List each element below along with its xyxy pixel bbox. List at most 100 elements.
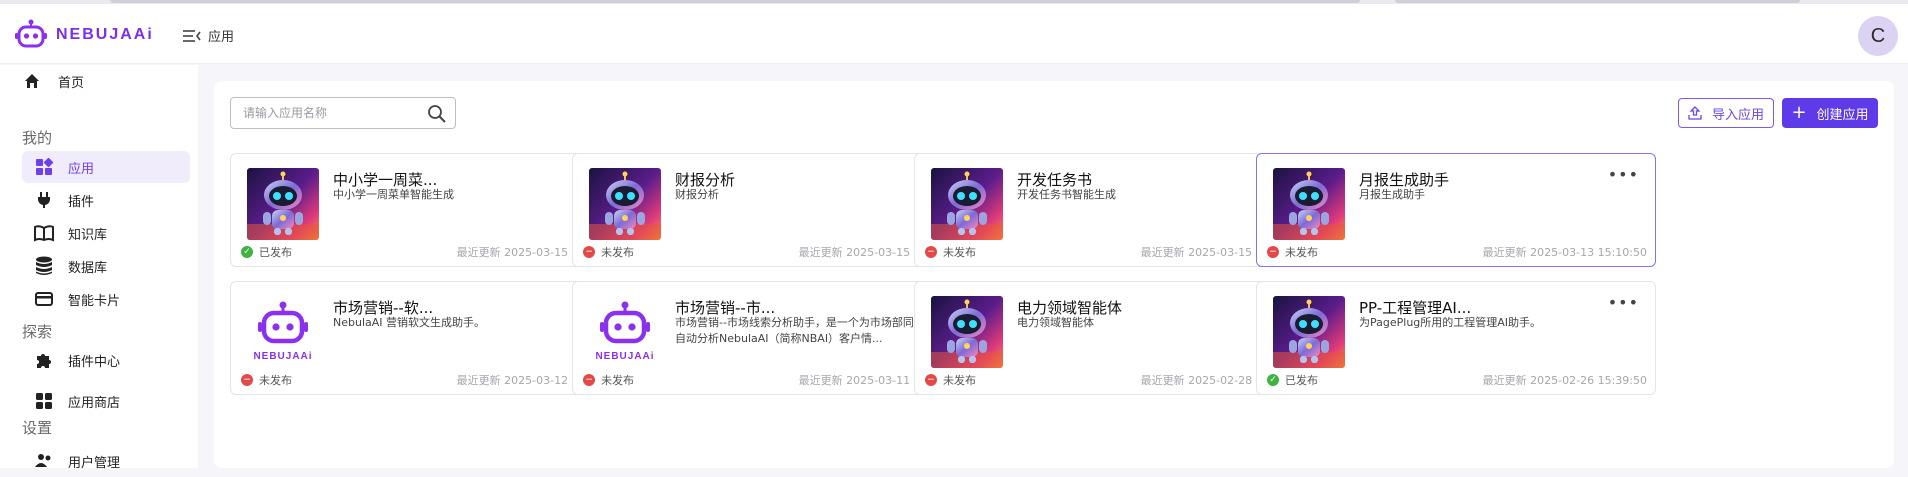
status-badge: − 未发布 <box>583 244 634 260</box>
last-updated-timestamp: 最近更新 2025-02-26 15:39:50 <box>1482 374 1647 387</box>
logo-text: NEBUJAAi <box>56 26 154 43</box>
sidebar-item-label: 插件中心 <box>68 354 121 370</box>
create-app-button[interactable]: + 创建应用 <box>1782 98 1878 128</box>
sidebar-item-label: 首页 <box>58 75 85 91</box>
menu-toggle-label: 应用 <box>208 30 235 45</box>
sidebar-item-database[interactable]: 数据库 <box>22 250 190 282</box>
puzzle-icon <box>34 350 54 370</box>
main-panel: 导入应用 + 创建应用 中小学一周菜...中小学一周菜单智能生成•••✓已发布最… <box>214 81 1894 468</box>
status-badge: − 未发布 <box>1267 244 1318 260</box>
app-card[interactable]: 月报生成助手 月报生成助手 ••• − 未发布 最近更新 2025-03-13 15:10… <box>1256 153 1656 267</box>
sidebar-item-knowledge[interactable]: 知识库 <box>22 217 190 249</box>
search-input[interactable] <box>243 106 423 120</box>
user-avatar[interactable]: C <box>1858 16 1898 56</box>
last-updated-timestamp: 最近更新 2025-03-13 15:10:50 <box>1482 246 1647 259</box>
status-badge: ✓ 已发布 <box>1267 372 1318 388</box>
database-icon <box>34 256 54 276</box>
section-label-explore: 探索 <box>22 323 53 341</box>
sidebar-item-label: 数据库 <box>68 260 108 276</box>
sidebar-item-user-management[interactable]: 用户管理 <box>22 445 190 477</box>
scroll-strip <box>1395 0 1800 3</box>
import-app-button[interactable]: 导入应用 <box>1678 98 1774 128</box>
app-card[interactable]: 中小学一周菜...中小学一周菜单智能生成•••✓已发布最近更新 2025-03-… <box>230 153 630 267</box>
app-logo-thumbnail: NEBUJAAi <box>589 296 661 368</box>
app-card-description: 电力领域智能体 <box>1017 316 1094 329</box>
sidebar: 首页 我的 应用 插件 知识库 数据库 智能卡片 探索 插件中心 应用商店 设置… <box>0 65 198 471</box>
app-logo-thumbnail: NEBUJAAi <box>247 296 319 368</box>
search-icon[interactable] <box>427 104 447 124</box>
robot-avatar-image <box>589 168 661 240</box>
status-badge: − 未发布 <box>583 372 634 388</box>
app-card-description: 财报分析 <box>675 188 719 201</box>
card-icon <box>34 289 54 309</box>
robot-avatar-image <box>931 168 1003 240</box>
app-card-description: 月报生成助手 <box>1359 188 1425 201</box>
app-card[interactable]: PP-工程管理AI... 为PagePlug所用的工程管理AI助手。 ••• ✓ 已发布… <box>1256 281 1656 395</box>
sidebar-item-label: 应用商店 <box>68 395 121 411</box>
create-app-label: 创建应用 <box>1816 107 1869 123</box>
robot-logo-icon <box>15 19 47 48</box>
status-text: 未发布 <box>1285 246 1318 259</box>
status-badge: − 未发布 <box>925 244 976 260</box>
status-badge: − 未发布 <box>925 372 976 388</box>
minus-circle-icon: − <box>583 374 595 386</box>
minus-circle-icon: − <box>241 374 253 386</box>
book-icon <box>34 223 54 243</box>
sidebar-item-label: 插件 <box>68 194 95 210</box>
svg-text:NEBUJAAi: NEBUJAAi <box>253 351 312 362</box>
section-label-mine: 我的 <box>22 129 53 147</box>
sidebar-item-label: 知识库 <box>68 227 108 243</box>
minus-circle-icon: − <box>583 246 595 258</box>
robot-avatar-image <box>931 296 1003 368</box>
search-box <box>230 97 456 129</box>
app-card-description: 市场营销--市场线索分析助手，是一个为市场部同事自动分析NebulaAI（简称N… <box>675 316 925 345</box>
menu-collapse-icon <box>183 29 201 42</box>
more-options-icon[interactable]: ••• <box>1608 295 1639 311</box>
minus-circle-icon: − <box>1267 246 1279 258</box>
apps-icon <box>34 391 54 411</box>
sidebar-item-plugin-center[interactable]: 插件中心 <box>22 344 190 376</box>
status-badge: − 未发布 <box>241 372 292 388</box>
status-text: 未发布 <box>259 374 292 387</box>
app-card[interactable]: 开发任务书开发任务书智能生成•••−未发布最近更新 2025-03-15 18:… <box>914 153 1314 267</box>
app-card[interactable]: NEBUJAAi 市场营销--软...NebulaAI 营销软文生成助手。•••… <box>230 281 630 395</box>
app-header: NEBUJAAi 应用 C <box>0 4 1908 64</box>
sidebar-item-smart-cards[interactable]: 智能卡片 <box>22 283 190 315</box>
minus-circle-icon: − <box>925 246 937 258</box>
menu-toggle-button[interactable]: 应用 <box>182 26 234 45</box>
home-icon <box>22 71 42 91</box>
app-card-description: 开发任务书智能生成 <box>1017 188 1116 201</box>
app-card-description: 为PagePlug所用的工程管理AI助手。 <box>1359 316 1542 329</box>
sidebar-item-home[interactable]: 首页 <box>22 65 190 97</box>
import-app-label: 导入应用 <box>1711 107 1764 123</box>
robot-avatar-image <box>247 168 319 240</box>
status-text: 已发布 <box>259 246 292 259</box>
more-options-icon[interactable]: ••• <box>1608 167 1639 183</box>
app-card-description: NebulaAI 营销软文生成助手。 <box>333 316 486 329</box>
app-card-description: 中小学一周菜单智能生成 <box>333 188 454 201</box>
status-text: 未发布 <box>601 374 634 387</box>
status-text: 未发布 <box>601 246 634 259</box>
status-text: 未发布 <box>943 246 976 259</box>
upload-icon <box>1688 106 1702 120</box>
status-text: 未发布 <box>943 374 976 387</box>
check-circle-icon: ✓ <box>1267 374 1279 386</box>
app-card[interactable]: 财报分析财报分析•••−未发布最近更新 2025-03-15 19:03:41 <box>572 153 972 267</box>
sidebar-item-app-store[interactable]: 应用商店 <box>22 385 190 417</box>
sidebar-item-label: 智能卡片 <box>68 293 121 309</box>
robot-avatar-image <box>1273 168 1345 240</box>
status-badge: ✓ 已发布 <box>241 244 292 260</box>
sidebar-item-label: 应用 <box>68 161 95 177</box>
app-logo[interactable]: NEBUJAAi <box>14 19 154 51</box>
app-card[interactable]: 电力领域智能体电力领域智能体•••−未发布最近更新 2025-02-28 13:… <box>914 281 1314 395</box>
plus-icon: + <box>1791 102 1807 123</box>
check-circle-icon: ✓ <box>241 246 253 258</box>
section-label-settings: 设置 <box>22 419 53 437</box>
app-card[interactable]: NEBUJAAi 市场营销--市... 市场营销--市场线索分析助手，是一个为市场… <box>572 281 972 395</box>
grid-icon <box>34 157 54 177</box>
users-icon <box>34 451 54 471</box>
svg-text:NEBUJAAi: NEBUJAAi <box>595 351 654 362</box>
sidebar-item-plugins[interactable]: 插件 <box>22 184 190 216</box>
minus-circle-icon: − <box>925 374 937 386</box>
sidebar-item-apps[interactable]: 应用 <box>22 151 190 183</box>
